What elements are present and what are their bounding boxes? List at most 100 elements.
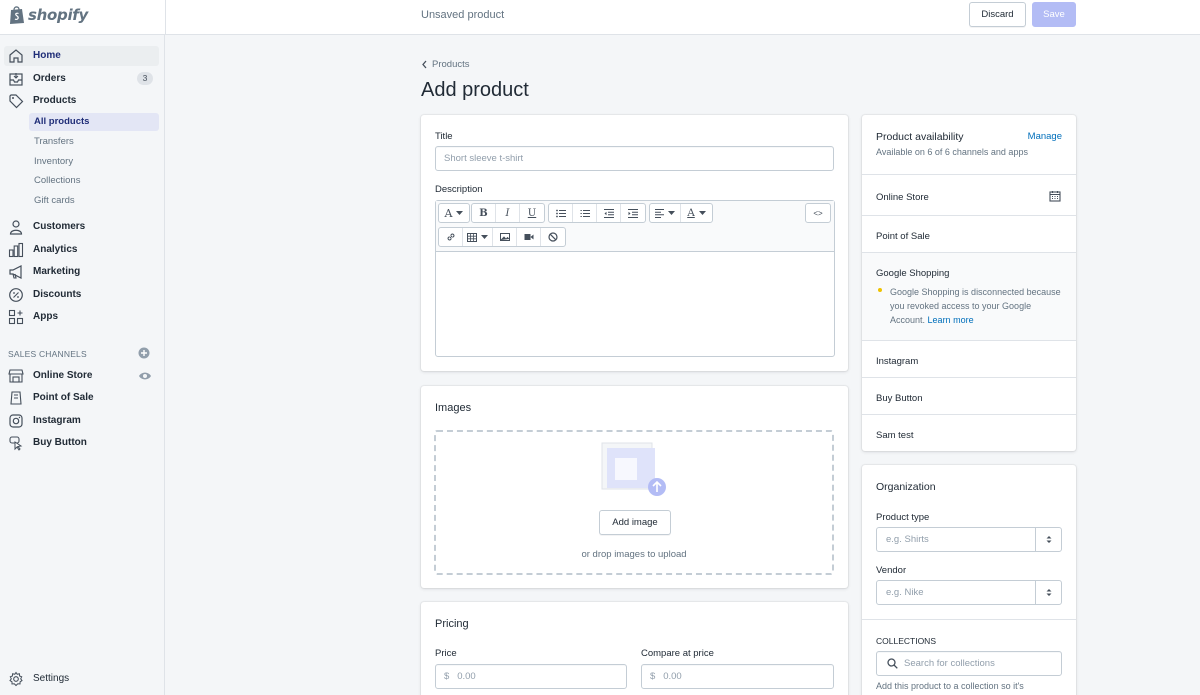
caret-down-icon [456, 210, 464, 215]
availability-heading: Product availability [876, 131, 964, 143]
compare-at-price-input[interactable]: $ 0.00 [641, 664, 834, 689]
save-button[interactable]: Save [1032, 2, 1076, 27]
sidebar-item-label: Instagram [33, 415, 81, 426]
add-channel-icon[interactable] [138, 347, 150, 359]
collections-heading: COLLECTIONS [876, 636, 936, 646]
video-icon[interactable] [517, 228, 541, 246]
shopify-logo[interactable]: shopify [8, 4, 88, 25]
bulleted-list-icon[interactable] [549, 204, 573, 222]
subitem-label: All products [34, 116, 90, 127]
divider [862, 619, 1076, 620]
image-dropzone[interactable]: Add image or drop images to upload [434, 430, 834, 575]
italic-icon[interactable]: I [496, 204, 520, 222]
clear-formatting-icon[interactable] [541, 228, 565, 246]
table-button[interactable] [463, 228, 493, 246]
divider [862, 340, 1076, 341]
channel-sam-test: Sam test [876, 430, 914, 441]
product-type-label: Product type [876, 512, 930, 523]
collections-search-placeholder: Search for collections [904, 658, 995, 669]
topbar-divider [165, 0, 166, 35]
image-icon[interactable] [493, 228, 517, 246]
google-shopping-row: Google Shopping Google Shopping is disco… [862, 253, 1076, 340]
sidebar-item-buy-button[interactable]: Buy Button [4, 433, 159, 453]
chevron-left-icon [422, 60, 427, 69]
sidebar-item-marketing[interactable]: Marketing [4, 262, 159, 282]
divider [862, 215, 1076, 216]
currency-symbol: $ [444, 671, 450, 682]
sidebar-item-apps[interactable]: Apps [4, 307, 159, 327]
sidebar-item-label: Orders [33, 73, 66, 84]
discount-icon [9, 288, 23, 302]
calendar-icon[interactable] [1049, 190, 1061, 202]
product-type-placeholder: e.g. Shirts [886, 534, 929, 545]
bar-chart-icon [8, 242, 24, 258]
availability-subtitle: Available on 6 of 6 channels and apps [876, 147, 1028, 157]
add-image-button[interactable]: Add image [599, 510, 671, 535]
sidebar-item-orders[interactable]: Orders 3 [4, 69, 159, 89]
title-input[interactable]: Short sleeve t-shirt [435, 146, 834, 171]
tag-icon [9, 94, 24, 109]
title-description-card: Title Short sleeve t-shirt Description A… [421, 115, 848, 371]
channel-google-shopping: Google Shopping [876, 268, 950, 279]
sidebar-item-instagram[interactable]: Instagram [4, 411, 159, 431]
align-button[interactable] [650, 204, 681, 222]
outdent-icon[interactable] [597, 204, 621, 222]
drop-hint: or drop images to upload [581, 549, 687, 560]
compare-placeholder: 0.00 [663, 671, 682, 682]
collections-hint: Add this product to a collection so it's [876, 681, 1024, 691]
underline-icon[interactable]: U [520, 204, 544, 222]
align-color-group: A [649, 203, 713, 223]
sidebar-item-point-of-sale[interactable]: Point of Sale [4, 388, 159, 408]
sidebar-subitem-transfers[interactable]: Transfers [29, 133, 159, 151]
google-warning-message: Google Shopping is disconnected because … [890, 287, 1061, 325]
font-size-button[interactable]: A [439, 204, 469, 222]
shopify-bag-icon [10, 6, 24, 24]
sidebar-item-label: Online Store [33, 370, 93, 381]
compare-at-price-label: Compare at price [641, 648, 714, 659]
sidebar-subitem-collections[interactable]: Collections [29, 172, 159, 190]
sidebar-item-analytics[interactable]: Analytics [4, 240, 159, 260]
channel-instagram: Instagram [876, 356, 919, 367]
code-view-icon[interactable]: <> [806, 204, 830, 222]
price-input[interactable]: $ 0.00 [435, 664, 627, 689]
product-type-select[interactable]: e.g. Shirts [876, 527, 1062, 552]
sidebar-item-label: Apps [33, 311, 58, 322]
description-textarea[interactable] [436, 253, 834, 356]
sidebar-item-label: Marketing [33, 266, 81, 277]
sidebar-item-label: Settings [33, 673, 70, 684]
description-editor: A B I U A <> [435, 200, 835, 357]
indent-icon[interactable] [621, 204, 645, 222]
link-icon[interactable] [439, 228, 463, 246]
orders-icon [9, 73, 23, 86]
discard-button[interactable]: Discard [969, 2, 1026, 27]
gear-icon [9, 671, 23, 687]
sidebar-subitem-gift-cards[interactable]: Gift cards [29, 192, 159, 210]
sidebar-item-online-store[interactable]: Online Store [4, 366, 159, 386]
vendor-select[interactable]: e.g. Nike [876, 580, 1062, 605]
title-label: Title [435, 131, 453, 142]
sidebar: Home Orders 3 Products All products Tran… [0, 35, 165, 695]
select-arrows-icon [1035, 528, 1061, 551]
breadcrumb-products[interactable]: Products [432, 59, 470, 70]
numbered-list-icon[interactable] [573, 204, 597, 222]
sidebar-item-settings[interactable]: Settings [4, 669, 159, 689]
learn-more-link[interactable]: Learn more [928, 315, 974, 325]
sidebar-item-products[interactable]: Products [4, 91, 159, 111]
font-group: A [438, 203, 470, 223]
bold-icon[interactable]: B [472, 204, 496, 222]
eye-icon[interactable] [138, 370, 152, 382]
sidebar-subitem-all-products[interactable]: All products [29, 113, 159, 131]
collections-search-input[interactable]: Search for collections [876, 651, 1062, 676]
sales-channels-heading: SALES CHANNELS [8, 349, 87, 359]
channel-buy-button: Buy Button [876, 393, 923, 404]
manage-link[interactable]: Manage [1028, 131, 1062, 142]
sidebar-subitem-inventory[interactable]: Inventory [29, 153, 159, 171]
sidebar-item-home[interactable]: Home [4, 46, 159, 66]
pricing-card: Pricing Price $ 0.00 Compare at price $ … [421, 602, 848, 695]
sidebar-item-customers[interactable]: Customers [4, 217, 159, 237]
select-arrows-icon [1035, 581, 1061, 604]
text-color-button[interactable]: A [681, 204, 712, 222]
sidebar-item-discounts[interactable]: Discounts [4, 285, 159, 305]
image-upload-icon [601, 442, 666, 496]
breadcrumb[interactable]: Products [421, 59, 470, 70]
